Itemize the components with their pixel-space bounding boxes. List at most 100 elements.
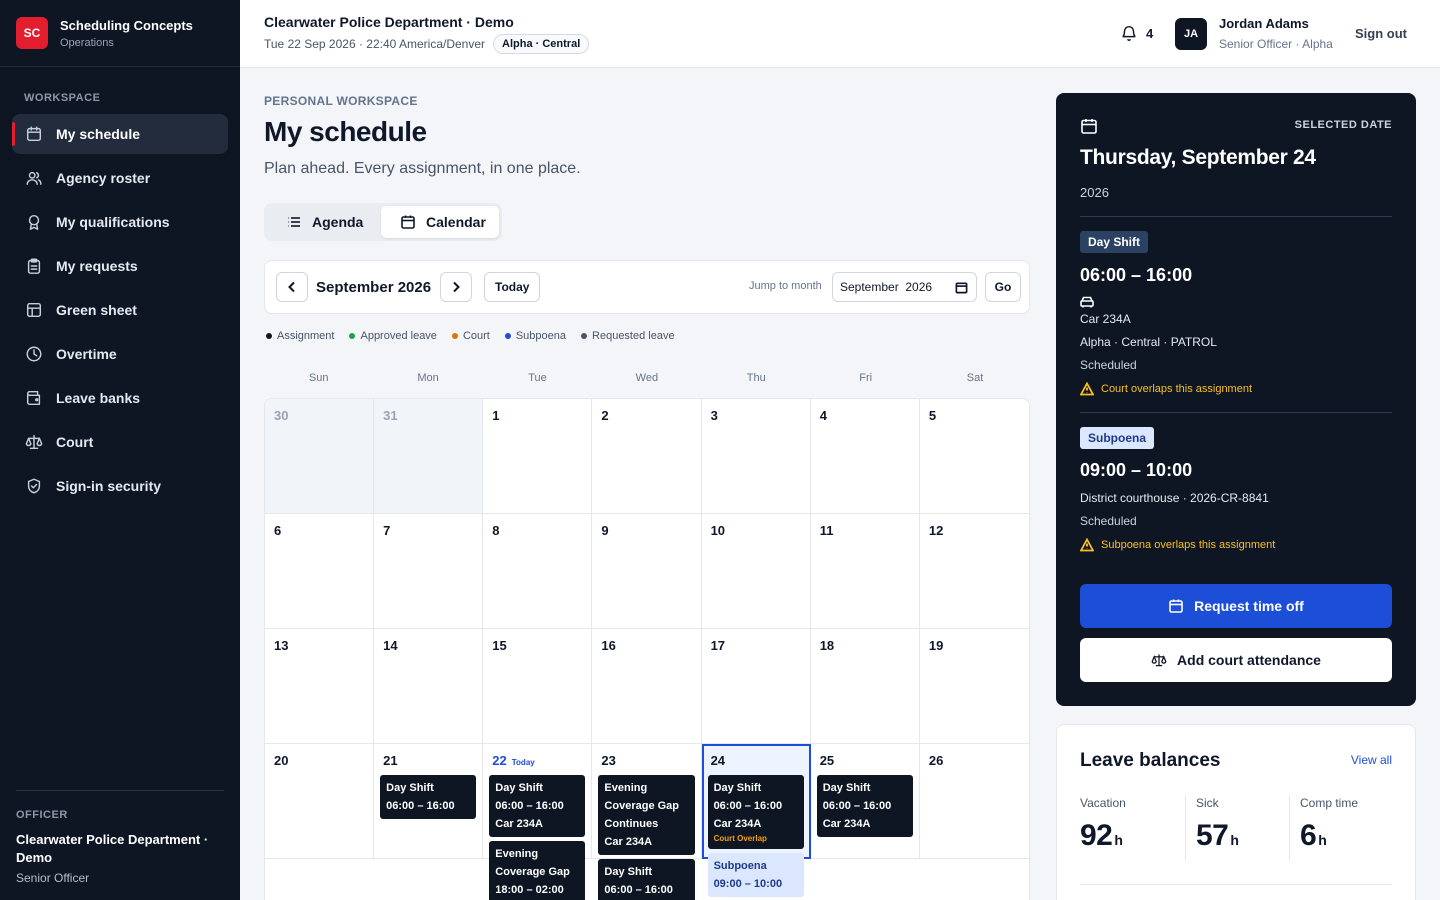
today-tag: Today: [511, 758, 535, 767]
event-line: Car 234A: [495, 818, 543, 830]
today-button[interactable]: Today: [484, 272, 541, 302]
calendar-day[interactable]: 13: [265, 629, 375, 744]
legend-label: Assignment: [277, 330, 335, 342]
calendar-day[interactable]: 24 Day Shift 06:00 – 16:00 Car 234A Court Ov…: [701, 744, 811, 897]
request-time-off-button[interactable]: Request time off: [1080, 584, 1392, 628]
sidebar-item-court[interactable]: Court: [12, 422, 228, 462]
subpoena-location: District courthouse · 2026-CR-8841: [1080, 491, 1269, 505]
calendar-day[interactable]: 17: [701, 629, 811, 744]
calendar-day[interactable]: 18: [810, 629, 920, 744]
tab-agenda[interactable]: Agenda: [286, 206, 363, 238]
leave-balances-card: Leave balances View all Vacation 92 h Sic…: [1056, 724, 1416, 900]
prev-month-button[interactable]: [276, 272, 308, 302]
day-number: 13: [274, 638, 288, 653]
calendar-day[interactable]: 3: [701, 399, 811, 514]
calendar-day[interactable]: 19: [919, 629, 1029, 744]
brand-name: Scheduling Concepts: [60, 17, 193, 33]
month-picker-input[interactable]: September 2026: [832, 272, 977, 302]
shift-event[interactable]: Day Shift 06:00 – 16:00 Car 234A: [489, 775, 586, 837]
calendar-day[interactable]: 26: [919, 744, 1029, 859]
sidebar-item-my-qualifications[interactable]: My qualifications: [12, 202, 228, 242]
day-number-text: 31: [383, 408, 398, 423]
shift-event[interactable]: Day Shift 06:00 – 16:00 Car 234A Court Over…: [707, 775, 804, 849]
shield-icon: [24, 476, 44, 496]
calendar-day[interactable]: 30: [265, 399, 375, 514]
day-number-text: 17: [710, 638, 726, 653]
calendar-day[interactable]: 22 Today Day Shift 06:00 – 16:00 Car 234A Eve…: [483, 744, 593, 900]
add-court-attendance-button[interactable]: Add court attendance: [1080, 638, 1392, 682]
calendar-legend: Assignment Approved leave Court Subpoena…: [266, 330, 690, 342]
calendar-day[interactable]: 31: [374, 399, 484, 514]
shift-event[interactable]: Day Shift 06:00 – 16:00: [380, 775, 477, 819]
sidebar-item-green-sheet[interactable]: Green sheet: [12, 290, 228, 330]
sidebar-item-agency-roster[interactable]: Agency roster: [12, 158, 228, 198]
divider: [1080, 884, 1392, 885]
shift-status: Scheduled: [1080, 358, 1137, 372]
sidebar-item-my-schedule[interactable]: My schedule: [12, 114, 228, 154]
calendar-day[interactable]: 10: [701, 514, 811, 629]
page-subtitle: Plan ahead. Every assignment, in one pla…: [264, 160, 581, 177]
calendar-day[interactable]: 15: [483, 629, 593, 744]
calendar-day[interactable]: 21 Day Shift 06:00 – 16:00: [374, 744, 484, 859]
next-month-button[interactable]: [440, 272, 472, 302]
legend-item: Approved leave: [349, 330, 437, 342]
bell-icon: [1122, 25, 1136, 41]
divider: [1185, 795, 1186, 861]
calendar-day[interactable]: 25 Day Shift 06:00 – 16:00 Car 234A: [810, 744, 920, 859]
subpoena-warning: Subpoena overlaps this assignment: [1080, 538, 1275, 552]
sidebar-item-label: Leave banks: [56, 390, 141, 406]
sidebar-item-label: Court: [56, 434, 94, 450]
legend-item: Court: [451, 330, 490, 342]
event-line: 18:00 – 02:00: [495, 884, 564, 896]
legend-item: Assignment: [266, 330, 334, 342]
go-button[interactable]: Go: [985, 272, 1021, 302]
balance-comp-time: Comp time 6h: [1300, 796, 1358, 860]
day-number: 7: [383, 523, 390, 538]
day-number-text: 4: [819, 408, 827, 423]
day-number: 17: [711, 638, 725, 653]
day-number: 1: [492, 408, 499, 423]
subpoena-event[interactable]: Subpoena 09:00 – 10:00: [707, 853, 804, 897]
sidebar-item-label: My schedule: [56, 126, 141, 142]
shift-car: Car 234A: [1080, 312, 1131, 326]
avatar[interactable]: JA: [1175, 18, 1207, 50]
calendar-day[interactable]: 9: [592, 514, 702, 629]
calendar-day[interactable]: 20: [265, 744, 375, 859]
notifications-button[interactable]: 4: [1120, 24, 1153, 42]
sidebar-item-sign-in-security[interactable]: Sign-in security: [12, 466, 228, 506]
calendar-day[interactable]: 23 Evening Coverage Gap Continues Car 234A D…: [592, 744, 702, 900]
user-role: Senior Officer · Alpha: [1219, 37, 1333, 51]
subpoena-warning-text: Subpoena overlaps this assignment: [1101, 539, 1276, 551]
calendar-day[interactable]: 5: [919, 399, 1029, 514]
event-line: Day Shift: [386, 782, 434, 794]
shift-event[interactable]: Evening Coverage Gap 18:00 – 02:00: [489, 841, 586, 900]
calendar-day[interactable]: 6: [265, 514, 375, 629]
view-all-link[interactable]: View all: [1351, 753, 1392, 767]
tab-calendar[interactable]: Calendar: [381, 206, 499, 238]
day-number: 25: [820, 753, 834, 768]
calendar-day[interactable]: 7: [374, 514, 484, 629]
calendar-day[interactable]: 8: [483, 514, 593, 629]
calendar-day[interactable]: 14: [374, 629, 484, 744]
calendar-day[interactable]: 4: [810, 399, 920, 514]
shift-warning: Court overlaps this assignment: [1080, 382, 1252, 396]
notification-count: 4: [1146, 25, 1154, 41]
shift-event[interactable]: Day Shift 06:00 – 16:00: [598, 859, 695, 900]
sidebar-item-label: My requests: [56, 258, 138, 274]
calendar-day[interactable]: 2: [592, 399, 702, 514]
balance-label: Sick: [1196, 796, 1219, 810]
calendar-day[interactable]: 11: [810, 514, 920, 629]
shift-event[interactable]: Evening Coverage Gap Continues Car 234A: [598, 775, 695, 855]
calendar-day[interactable]: 12: [919, 514, 1029, 629]
sidebar-item-overtime[interactable]: Overtime: [12, 334, 228, 374]
event-line: 09:00 – 10:00: [713, 878, 783, 890]
sidebar-item-leave-banks[interactable]: Leave banks: [12, 378, 228, 418]
shift-event[interactable]: Day Shift 06:00 – 16:00 Car 234A: [816, 775, 913, 837]
day-number-text: 26: [928, 753, 944, 768]
shift-unit: Alpha · Central · PATROL: [1080, 335, 1217, 349]
calendar-day[interactable]: 1: [483, 399, 593, 514]
sidebar-item-my-requests[interactable]: My requests: [12, 246, 228, 286]
sign-out-button[interactable]: Sign out: [1355, 26, 1407, 41]
calendar-day[interactable]: 16: [592, 629, 702, 744]
day-number-text: 2: [601, 408, 609, 423]
